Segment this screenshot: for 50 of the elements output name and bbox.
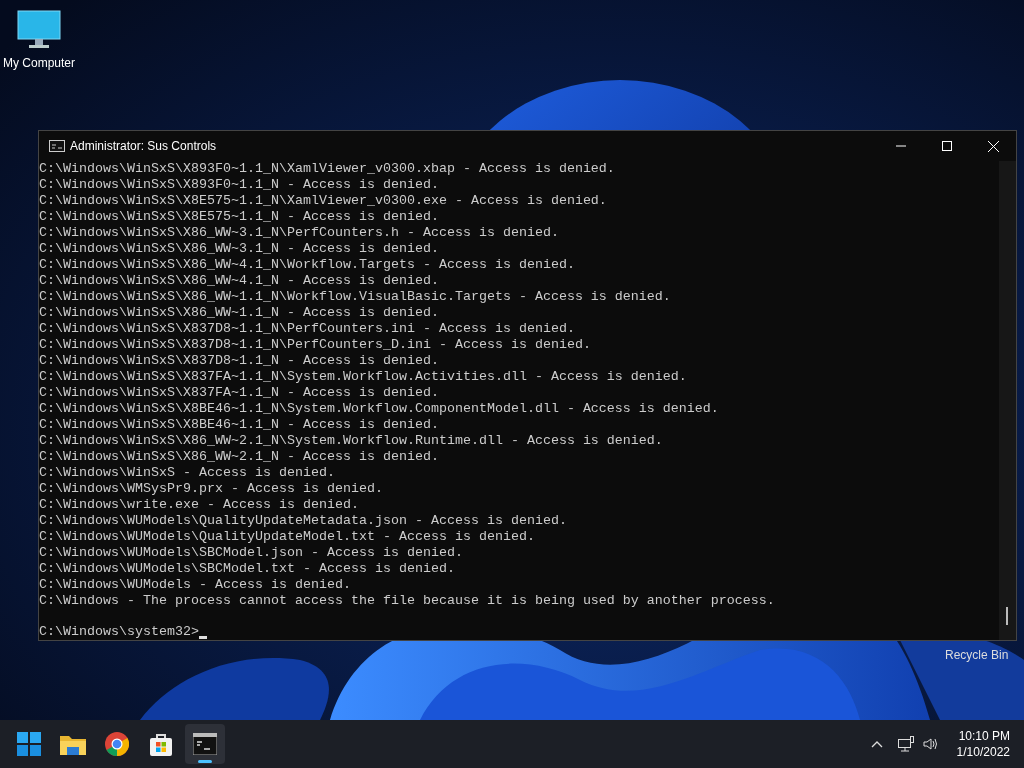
console-output-line: C:\Windows\WUModels\SBCModel.json - Access is denied. — [39, 545, 464, 561]
close-icon — [987, 140, 999, 152]
desktop-icon-label: My Computer — [3, 55, 75, 72]
console-output-line: C:\Windows\WUModels\QualityUpdateMetadata.json - Access is denied. — [39, 513, 568, 529]
terminal-icon — [193, 733, 217, 755]
console-output-line: C:\Windows\WinSxS\X893F0~1.1_N\XamlViewer_v0300.xbap - Access is denied. — [39, 161, 616, 177]
clock-date[interactable]: 1/10/2022 — [956, 744, 1010, 760]
console-output-line: C:\Windows\WinSxS\X86_WW~3.1_N\PerfCounters.h - Access is denied. — [39, 225, 560, 241]
console-output-line: C:\Windows\WinSxS\X8E575~1.1_N\XamlViewer_v0300.exe - Access is denied. — [39, 193, 608, 209]
windows-logo-icon — [17, 732, 41, 756]
console-output-line: C:\Windows\WinSxS\X837D8~1.1_N\PerfCounters_D.ini - Access is denied. — [39, 337, 592, 353]
console-output-line: C:\Windows\WinSxS\X8BE46~1.1_N - Access is denied. — [39, 417, 440, 433]
console-output-line: C:\Windows\write.exe - Access is denied. — [39, 497, 360, 513]
console-output-line: C:\Windows\WinSxS\X8BE46~1.1_N\System.Workflow.ComponentModel.dll - Access is denied. — [39, 401, 720, 417]
console-output-line: C:\Windows\WinSxS\X8E575~1.1_N - Access is denied. — [39, 209, 440, 225]
browser-icon — [105, 732, 129, 756]
maximize-icon — [942, 141, 952, 151]
console-output-line: C:\Windows\WinSxS\X837D8~1.1_N\PerfCounters.ini - Access is denied. — [39, 321, 576, 337]
console-output-line: C:\Windows\WinSxS\X893F0~1.1_N - Access is denied. — [39, 177, 440, 193]
console-output-line: C:\Windows\WinSxS\X837FA~1.1_N - Access is denied. — [39, 385, 440, 401]
folder-icon — [60, 733, 86, 755]
clock-time[interactable]: 10:10 PM — [958, 728, 1010, 744]
console-output-line: C:\Windows\WinSxS - Access is denied. — [39, 465, 336, 481]
monitor-icon[interactable] — [17, 10, 61, 50]
minimize-icon — [896, 145, 906, 147]
console-output-line: C:\Windows\WinSxS\X86_WW~2.1_N\System.Workflow.Runtime.dll - Access is denied. — [39, 433, 664, 449]
console-output-line: C:\Windows\WinSxS\X837D8~1.1_N - Access is denied. — [39, 353, 440, 369]
console-output-line: C:\Windows\WinSxS\X86_WW~3.1_N - Access is denied. — [39, 241, 440, 257]
console-output-line: C:\Windows\WinSxS\X86_WW~4.1_N\Workflow.Targets - Access is denied. — [39, 257, 576, 273]
chevron-up-icon[interactable] — [870, 740, 883, 748]
console-output-line: C:\Windows\WUModels\QualityUpdateModel.txt - Access is denied. — [39, 529, 536, 545]
console-output-line: C:\Windows\WUModels - Access is denied. — [39, 577, 352, 593]
taskbar-app-button[interactable] — [185, 724, 225, 764]
shopping-bag-icon — [149, 732, 173, 756]
window-title: Administrator: Sus Controls — [70, 138, 217, 155]
desktop-icon-label: Recycle Bin — [945, 647, 1009, 664]
console-output-line: C:\Windows\WinSxS\X837FA~1.1_N\System.Workflow.Activities.dll - Access is denied. — [39, 369, 688, 385]
network-icon[interactable] — [897, 736, 915, 752]
console-output-line: C:\Windows\WinSxS\X86_WW~1.1_N - Access is denied. — [39, 305, 440, 321]
speaker-icon[interactable] — [922, 737, 939, 751]
scrollbar[interactable] — [999, 161, 1016, 640]
console-output-line: C:\Windows\WinSxS\X86_WW~1.1_N\Workflow.VisualBasic.Targets - Access is denied. — [39, 289, 672, 305]
text-cursor — [198, 636, 207, 639]
console-output-line: C:\Windows\WMSysPr9.prx - Access is denied. — [39, 481, 384, 497]
command-prompt[interactable]: C:\Windows\system32> — [39, 624, 199, 640]
console-output-line: C:\Windows - The process cannot access the file because it is being used by another process. — [39, 593, 776, 609]
console-icon — [49, 140, 65, 152]
console-output-line: C:\Windows\WUModels\SBCModel.txt - Access is denied. — [39, 561, 456, 577]
console-output-line: C:\Windows\WinSxS\X86_WW~2.1_N - Access is denied. — [39, 449, 440, 465]
console-output-line: C:\Windows\WinSxS\X86_WW~4.1_N - Access is denied. — [39, 273, 440, 289]
